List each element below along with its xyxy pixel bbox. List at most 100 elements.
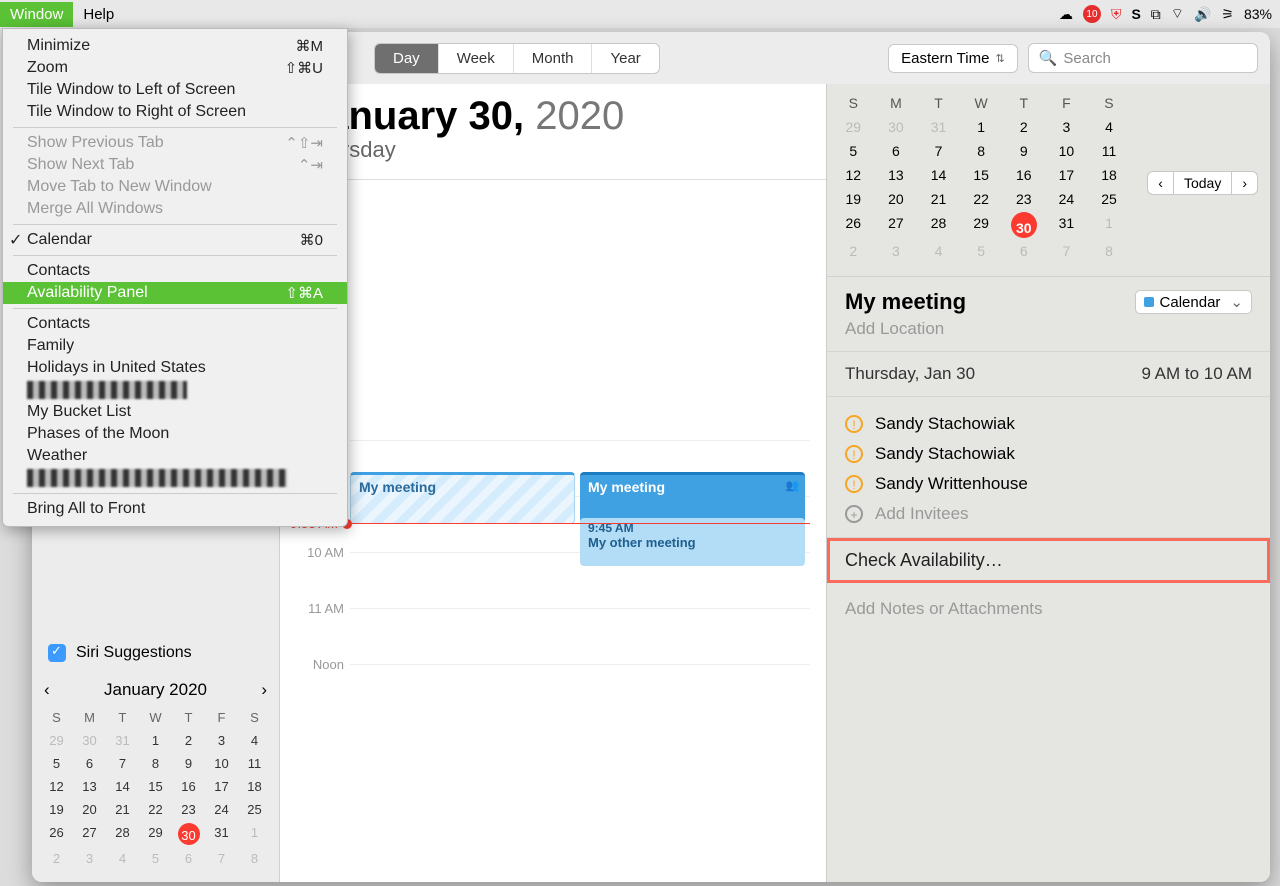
- calendar-day[interactable]: 7: [1046, 240, 1087, 262]
- calendar-day[interactable]: 2: [1003, 116, 1044, 138]
- check-availability-button[interactable]: Check Availability…: [827, 538, 1270, 583]
- calendar-day[interactable]: 28: [918, 212, 959, 238]
- calendar-day[interactable]: 5: [961, 240, 1002, 262]
- event-when[interactable]: Thursday, Jan 309 AM to 10 AM: [845, 364, 1252, 384]
- invitee-row[interactable]: !Sandy Stachowiak: [845, 409, 1252, 439]
- calendar-day[interactable]: 31: [1046, 212, 1087, 238]
- calendar-day[interactable]: 1: [240, 823, 269, 845]
- calendar-day[interactable]: 26: [833, 212, 874, 238]
- menu-contacts-2[interactable]: Contacts: [3, 313, 347, 335]
- calendar-day[interactable]: 29: [961, 212, 1002, 238]
- calendar-day[interactable]: 11: [1089, 140, 1130, 162]
- calendar-day[interactable]: 17: [207, 777, 236, 796]
- view-day[interactable]: Day: [375, 44, 439, 73]
- calendar-day[interactable]: 25: [240, 800, 269, 819]
- invitee-row[interactable]: !Sandy Writtenhouse: [845, 469, 1252, 499]
- wifi-icon[interactable]: ⚞: [1221, 6, 1234, 23]
- calendar-day[interactable]: 7: [108, 754, 137, 773]
- calendar-day[interactable]: 5: [833, 140, 874, 162]
- calendar-day[interactable]: 1: [1089, 212, 1130, 238]
- calendar-day[interactable]: 3: [207, 731, 236, 750]
- menu-holidays[interactable]: Holidays in United States: [3, 357, 347, 379]
- search-input[interactable]: 🔍 Search: [1028, 43, 1258, 73]
- calendar-day[interactable]: 28: [108, 823, 137, 845]
- calendar-day[interactable]: 4: [1089, 116, 1130, 138]
- calendar-day[interactable]: 2: [174, 731, 203, 750]
- calendar-day[interactable]: 16: [1003, 164, 1044, 186]
- bluetooth-icon[interactable]: ⌔: [1171, 5, 1184, 23]
- next-button[interactable]: ›: [1231, 171, 1258, 195]
- calendar-day[interactable]: 31: [207, 823, 236, 845]
- calendar-day[interactable]: 8: [240, 849, 269, 868]
- menu-family[interactable]: Family: [3, 335, 347, 357]
- calendar-day[interactable]: 18: [240, 777, 269, 796]
- view-month[interactable]: Month: [514, 44, 593, 73]
- menu-phases[interactable]: Phases of the Moon: [3, 423, 347, 445]
- menu-weather[interactable]: Weather: [3, 445, 347, 467]
- calendar-day[interactable]: 2: [833, 240, 874, 262]
- calendar-day[interactable]: 31: [108, 731, 137, 750]
- calendar-day[interactable]: 6: [876, 140, 917, 162]
- calendar-day[interactable]: 15: [961, 164, 1002, 186]
- menu-bucket-list[interactable]: My Bucket List: [3, 401, 347, 423]
- calendar-day[interactable]: 7: [207, 849, 236, 868]
- calendar-day[interactable]: 30: [876, 116, 917, 138]
- calendar-day[interactable]: 31: [918, 116, 959, 138]
- calendar-day[interactable]: 30: [1011, 212, 1037, 238]
- calendar-day[interactable]: 6: [1003, 240, 1044, 262]
- calendar-day[interactable]: 21: [918, 188, 959, 210]
- calendar-day[interactable]: 9: [1003, 140, 1044, 162]
- calendar-day[interactable]: 30: [75, 731, 104, 750]
- calendar-day[interactable]: 6: [174, 849, 203, 868]
- view-week[interactable]: Week: [439, 44, 514, 73]
- calendar-day[interactable]: 27: [876, 212, 917, 238]
- calendar-select[interactable]: Calendar: [1135, 290, 1252, 314]
- menu-redacted-1[interactable]: [3, 379, 347, 401]
- calendar-day[interactable]: 21: [108, 800, 137, 819]
- menu-tile-right[interactable]: Tile Window to Right of Screen: [3, 101, 347, 123]
- calendar-day[interactable]: 18: [1089, 164, 1130, 186]
- calendar-day[interactable]: 19: [833, 188, 874, 210]
- calendar-day[interactable]: 14: [918, 164, 959, 186]
- location-field[interactable]: Add Location: [845, 319, 1252, 339]
- calendar-day[interactable]: 16: [174, 777, 203, 796]
- calendar-day[interactable]: 12: [833, 164, 874, 186]
- menu-tile-left[interactable]: Tile Window to Left of Screen: [3, 79, 347, 101]
- view-segmented-control[interactable]: Day Week Month Year: [374, 43, 660, 74]
- calendar-day[interactable]: 13: [876, 164, 917, 186]
- calendar-day[interactable]: 23: [174, 800, 203, 819]
- calendar-day[interactable]: 1: [141, 731, 170, 750]
- calendar-day[interactable]: 8: [141, 754, 170, 773]
- mini-prev-month[interactable]: ‹: [44, 680, 50, 700]
- calendar-day[interactable]: 22: [141, 800, 170, 819]
- today-button[interactable]: Today: [1174, 171, 1231, 195]
- calendar-day[interactable]: 4: [108, 849, 137, 868]
- calendar-day[interactable]: 3: [1046, 116, 1087, 138]
- menu-zoom[interactable]: Zoom⇧⌘U: [3, 57, 347, 79]
- calendar-day[interactable]: 9: [174, 754, 203, 773]
- calendar-day[interactable]: 17: [1046, 164, 1087, 186]
- calendar-day[interactable]: 19: [42, 800, 71, 819]
- calendar-day[interactable]: 20: [75, 800, 104, 819]
- calendar-day[interactable]: 3: [876, 240, 917, 262]
- menu-minimize[interactable]: Minimize⌘M: [3, 35, 347, 57]
- calendar-day[interactable]: 29: [141, 823, 170, 845]
- calendar-day[interactable]: 13: [75, 777, 104, 796]
- calendar-day[interactable]: 5: [141, 849, 170, 868]
- calendar-day[interactable]: 22: [961, 188, 1002, 210]
- month-picker[interactable]: SMTWTFS293031123456789101112131415161718…: [827, 84, 1135, 276]
- calendar-day[interactable]: 10: [1046, 140, 1087, 162]
- calendar-day[interactable]: 14: [108, 777, 137, 796]
- calendar-day[interactable]: 7: [918, 140, 959, 162]
- calendar-day[interactable]: 4: [240, 731, 269, 750]
- menu-calendar-window[interactable]: Calendar⌘0: [3, 229, 347, 251]
- calendar-day[interactable]: 29: [833, 116, 874, 138]
- calendar-day[interactable]: 29: [42, 731, 71, 750]
- calendar-day[interactable]: 24: [207, 800, 236, 819]
- view-year[interactable]: Year: [592, 44, 658, 73]
- calendar-day[interactable]: 6: [75, 754, 104, 773]
- calendar-day[interactable]: 10: [207, 754, 236, 773]
- calendar-day[interactable]: 24: [1046, 188, 1087, 210]
- calendar-day[interactable]: 26: [42, 823, 71, 845]
- window-menu-dropdown[interactable]: Minimize⌘M Zoom⇧⌘U Tile Window to Left o…: [2, 28, 348, 527]
